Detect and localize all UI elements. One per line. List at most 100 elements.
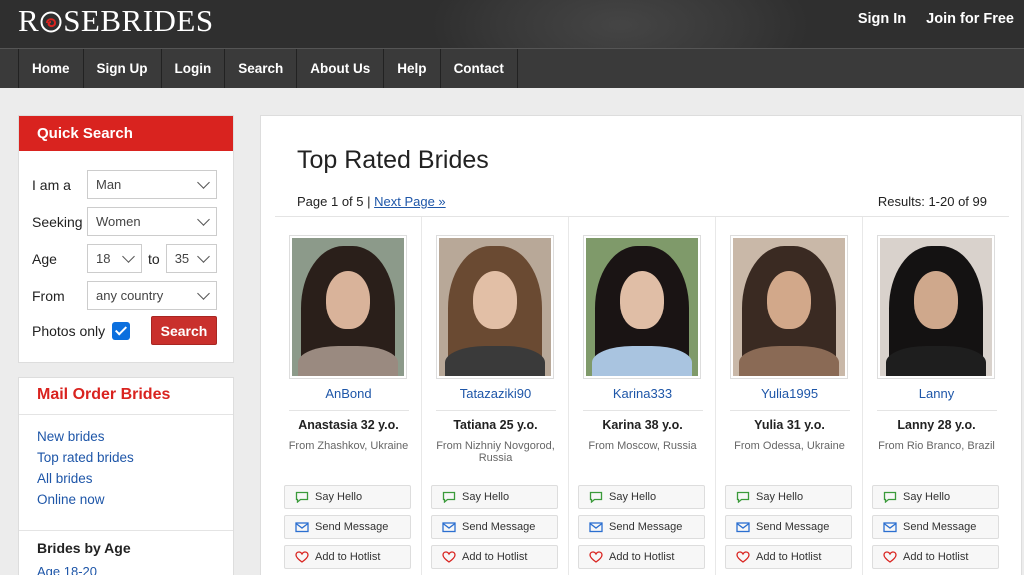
chat-icon <box>883 491 897 503</box>
age-from-select[interactable]: 18 <box>87 244 142 273</box>
profile-username[interactable]: AnBond <box>275 386 422 401</box>
i-am-select[interactable]: Man <box>87 170 217 199</box>
envelope-icon <box>295 522 309 533</box>
chevron-down-icon <box>196 250 210 263</box>
profile-name-age: Yulia 31 y.o. <box>754 418 825 432</box>
say-hello-button[interactable]: Say Hello <box>578 485 705 509</box>
say-hello-label: Say Hello <box>315 491 363 503</box>
page-indicator: Page 1 of 5 | <box>297 194 375 209</box>
seeking-value: Women <box>96 214 141 229</box>
profile-card: Yulia1995 Yulia 31 y.o. From Odessa, Ukr… <box>716 217 863 575</box>
add-hotlist-button[interactable]: Add to Hotlist <box>284 545 411 569</box>
from-label: From <box>32 287 65 304</box>
age-to-label: to <box>148 250 160 267</box>
from-select[interactable]: any country <box>87 281 217 310</box>
heart-icon <box>442 551 456 563</box>
chat-icon <box>295 491 309 503</box>
profile-username[interactable]: Yulia1995 <box>716 386 863 401</box>
link-age-18-20[interactable]: Age 18-20 <box>37 564 97 575</box>
nav-contact[interactable]: Contact <box>441 49 518 88</box>
send-message-label: Send Message <box>609 521 683 533</box>
search-button[interactable]: Search <box>151 316 217 345</box>
link-online-now[interactable]: Online now <box>37 492 215 513</box>
send-message-button[interactable]: Send Message <box>725 515 852 539</box>
photos-only-checkbox[interactable] <box>112 321 131 340</box>
chat-icon <box>442 491 456 503</box>
add-hotlist-label: Add to Hotlist <box>609 551 675 563</box>
next-page-link[interactable]: Next Page » <box>374 194 446 209</box>
add-hotlist-label: Add to Hotlist <box>756 551 822 563</box>
pagination: Page 1 of 5 | Next Page » <box>297 194 446 209</box>
profile-username[interactable]: Tatazaziki90 <box>422 386 569 401</box>
divider <box>730 410 850 411</box>
chevron-down-icon <box>197 213 210 226</box>
chevron-down-icon <box>197 176 210 189</box>
page-title: Top Rated Brides <box>297 146 489 174</box>
sign-in-link[interactable]: Sign In <box>858 11 906 27</box>
nav-login[interactable]: Login <box>162 49 226 88</box>
i-am-row: I am a Man <box>32 170 217 199</box>
divider <box>289 410 409 411</box>
mail-order-panel: Mail Order Brides New brides Top rated b… <box>18 377 234 575</box>
say-hello-button[interactable]: Say Hello <box>284 485 411 509</box>
add-hotlist-label: Add to Hotlist <box>315 551 381 563</box>
chevron-down-icon <box>197 287 210 300</box>
profile-username[interactable]: Lanny <box>863 386 1010 401</box>
nav-sign-up[interactable]: Sign Up <box>84 49 162 88</box>
seeking-select[interactable]: Women <box>87 207 217 236</box>
profile-photo[interactable] <box>730 235 848 379</box>
profile-location: From Moscow, Russia <box>588 440 697 452</box>
age-from-value: 18 <box>96 251 111 266</box>
divider <box>19 530 233 531</box>
profile-photo[interactable] <box>436 235 554 379</box>
add-hotlist-button[interactable]: Add to Hotlist <box>431 545 558 569</box>
divider <box>436 410 556 411</box>
link-all-brides[interactable]: All brides <box>37 471 215 492</box>
say-hello-button[interactable]: Say Hello <box>872 485 999 509</box>
from-row: From any country <box>32 281 217 310</box>
profile-photo[interactable] <box>877 235 995 379</box>
profile-photo[interactable] <box>583 235 701 379</box>
main-content: Top Rated Brides Page 1 of 5 | Next Page… <box>260 115 1022 575</box>
send-message-button[interactable]: Send Message <box>284 515 411 539</box>
profile-photo[interactable] <box>289 235 407 379</box>
nav-search[interactable]: Search <box>225 49 298 88</box>
nav-home[interactable]: Home <box>19 49 84 88</box>
profile-name-age: Karina 38 y.o. <box>602 418 683 432</box>
chat-icon <box>589 491 603 503</box>
profile-card: AnBond Anastasia 32 y.o. From Zhashkov, … <box>275 217 422 575</box>
send-message-label: Send Message <box>903 521 977 533</box>
profile-username[interactable]: Karina333 <box>569 386 716 401</box>
send-message-label: Send Message <box>462 521 536 533</box>
send-message-button[interactable]: Send Message <box>578 515 705 539</box>
say-hello-button[interactable]: Say Hello <box>431 485 558 509</box>
age-to-select[interactable]: 35 <box>165 244 217 273</box>
site-logo[interactable]: R SEBRIDES <box>18 3 214 39</box>
add-hotlist-button[interactable]: Add to Hotlist <box>872 545 999 569</box>
nav-help[interactable]: Help <box>384 49 441 88</box>
add-hotlist-button[interactable]: Add to Hotlist <box>725 545 852 569</box>
divider <box>583 410 703 411</box>
send-message-button[interactable]: Send Message <box>431 515 558 539</box>
envelope-icon <box>736 522 750 533</box>
link-new-brides[interactable]: New brides <box>37 429 215 450</box>
say-hello-button[interactable]: Say Hello <box>725 485 852 509</box>
nav-about-us[interactable]: About Us <box>297 49 385 88</box>
send-message-label: Send Message <box>315 521 389 533</box>
header-decoration <box>430 0 810 48</box>
link-top-rated-brides[interactable]: Top rated brides <box>37 450 215 471</box>
main-nav: Home Sign Up Login Search About Us Help … <box>0 48 1024 88</box>
send-message-label: Send Message <box>756 521 830 533</box>
results-count: Results: 1-20 of 99 <box>877 194 987 209</box>
envelope-icon <box>442 522 456 533</box>
heart-icon <box>736 551 750 563</box>
send-message-button[interactable]: Send Message <box>872 515 999 539</box>
profile-location: From Nizhniy Novgorod, Russia <box>436 440 555 464</box>
add-hotlist-label: Add to Hotlist <box>903 551 969 563</box>
envelope-icon <box>589 522 603 533</box>
join-free-link[interactable]: Join for Free <box>926 11 1014 27</box>
logo-text-left: R <box>18 3 40 38</box>
say-hello-label: Say Hello <box>756 491 804 503</box>
heart-icon <box>295 551 309 563</box>
add-hotlist-button[interactable]: Add to Hotlist <box>578 545 705 569</box>
